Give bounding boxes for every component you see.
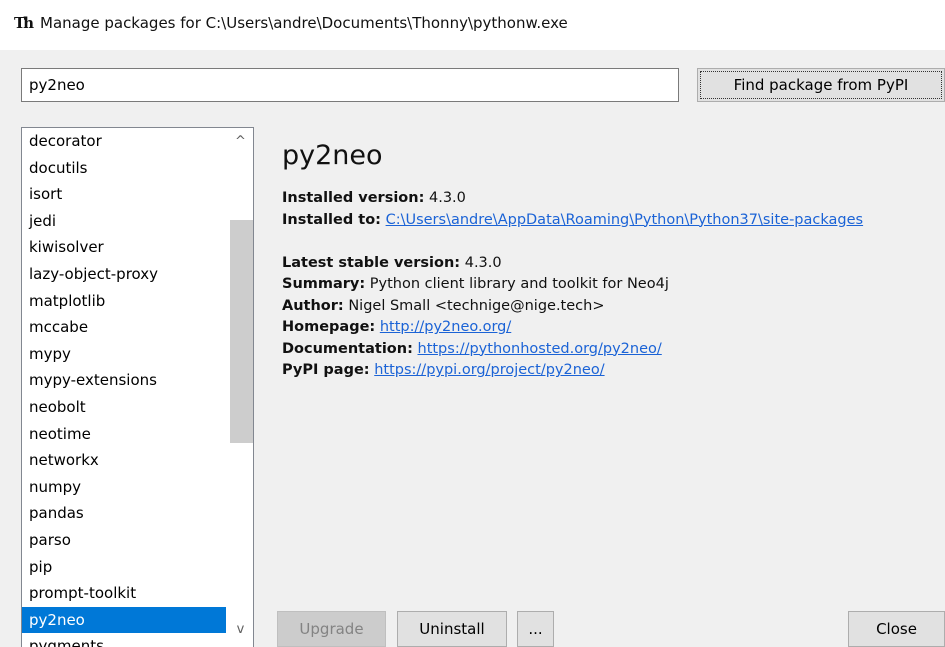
more-options-button[interactable]: ... bbox=[517, 611, 554, 647]
documentation-line: Documentation: https://pythonhosted.org/… bbox=[282, 339, 945, 361]
latest-version-label: Latest stable version: bbox=[282, 254, 461, 271]
list-item[interactable]: isort bbox=[22, 181, 226, 208]
homepage-label: Homepage: bbox=[282, 319, 376, 335]
package-list-scrollbar[interactable]: ^ v bbox=[228, 128, 253, 647]
scroll-down-arrow-icon[interactable]: v bbox=[228, 618, 253, 642]
latest-version-value: 4.3.0 bbox=[464, 254, 502, 271]
package-list-items: decorator docutils isort jedi kiwisolver lazy… bbox=[22, 128, 226, 647]
scrollbar-thumb[interactable] bbox=[230, 220, 253, 443]
summary-line: Summary: Python client library and toolk… bbox=[282, 274, 945, 296]
uninstall-button[interactable]: Uninstall bbox=[397, 611, 507, 647]
package-details: py2neo Installed version: 4.3.0 Installe… bbox=[282, 138, 945, 382]
installed-to-link[interactable]: C:\Users\andre\AppData\Roaming\Python\Py… bbox=[386, 212, 864, 228]
package-name-heading: py2neo bbox=[282, 140, 383, 171]
documentation-link[interactable]: https://pythonhosted.org/py2neo/ bbox=[418, 341, 662, 357]
title-bar: Th Manage packages for C:\Users\andre\Do… bbox=[0, 0, 945, 50]
list-item[interactable]: pip bbox=[22, 554, 226, 581]
pypi-page-link[interactable]: https://pypi.org/project/py2neo/ bbox=[374, 362, 604, 378]
homepage-link[interactable]: http://py2neo.org/ bbox=[380, 319, 511, 335]
author-value: Nigel Small <technige@nige.tech> bbox=[348, 297, 605, 314]
package-list[interactable]: decorator docutils isort jedi kiwisolver lazy… bbox=[21, 127, 254, 647]
list-item[interactable]: pandas bbox=[22, 500, 226, 527]
latest-version-line: Latest stable version: 4.3.0 bbox=[282, 253, 945, 275]
summary-value: Python client library and toolkit for Ne… bbox=[369, 276, 669, 292]
list-item[interactable]: kiwisolver bbox=[22, 234, 226, 261]
author-label: Author: bbox=[282, 297, 344, 314]
close-button[interactable]: Close bbox=[848, 611, 945, 647]
documentation-label: Documentation: bbox=[282, 340, 413, 357]
list-item[interactable]: lazy-object-proxy bbox=[22, 261, 226, 288]
upgrade-button[interactable]: Upgrade bbox=[277, 611, 386, 647]
installed-to-label: Installed to: bbox=[282, 211, 381, 228]
homepage-line: Homepage: http://py2neo.org/ bbox=[282, 317, 945, 339]
installed-to-line: Installed to: C:\Users\andre\AppData\Roa… bbox=[282, 210, 945, 232]
list-item[interactable]: numpy bbox=[22, 474, 226, 501]
list-item[interactable]: matplotlib bbox=[22, 288, 226, 315]
pypi-page-label: PyPI page: bbox=[282, 362, 370, 378]
find-package-button[interactable]: Find package from PyPI bbox=[697, 68, 945, 102]
list-item[interactable]: mypy-extensions bbox=[22, 367, 226, 394]
list-item[interactable]: jedi bbox=[22, 208, 226, 235]
list-item[interactable]: docutils bbox=[22, 155, 226, 182]
installed-version-value: 4.3.0 bbox=[429, 190, 466, 206]
package-search-input[interactable] bbox=[21, 68, 679, 102]
list-item[interactable]: parso bbox=[22, 527, 226, 554]
list-item[interactable]: mccabe bbox=[22, 314, 226, 341]
window-title: Manage packages for C:\Users\andre\Docum… bbox=[40, 14, 568, 32]
list-item[interactable]: pygments bbox=[22, 633, 226, 647]
list-item[interactable]: neotime bbox=[22, 421, 226, 448]
list-item[interactable]: decorator bbox=[22, 128, 226, 155]
installed-version-label: Installed version: bbox=[282, 190, 425, 206]
list-item[interactable]: prompt-toolkit bbox=[22, 580, 226, 607]
author-line: Author: Nigel Small <technige@nige.tech> bbox=[282, 296, 945, 318]
manage-packages-window: Th Manage packages for C:\Users\andre\Do… bbox=[0, 0, 945, 647]
summary-label: Summary: bbox=[282, 276, 366, 292]
list-item[interactable]: mypy bbox=[22, 341, 226, 368]
installed-version-line: Installed version: 4.3.0 bbox=[282, 188, 945, 210]
list-item[interactable]: networkx bbox=[22, 447, 226, 474]
list-item-selected[interactable]: py2neo bbox=[22, 606, 226, 634]
scroll-up-arrow-icon[interactable]: ^ bbox=[228, 130, 253, 154]
list-item[interactable]: neobolt bbox=[22, 394, 226, 421]
thonny-app-icon: Th bbox=[14, 14, 34, 32]
pypi-page-line: PyPI page: https://pypi.org/project/py2n… bbox=[282, 360, 945, 382]
